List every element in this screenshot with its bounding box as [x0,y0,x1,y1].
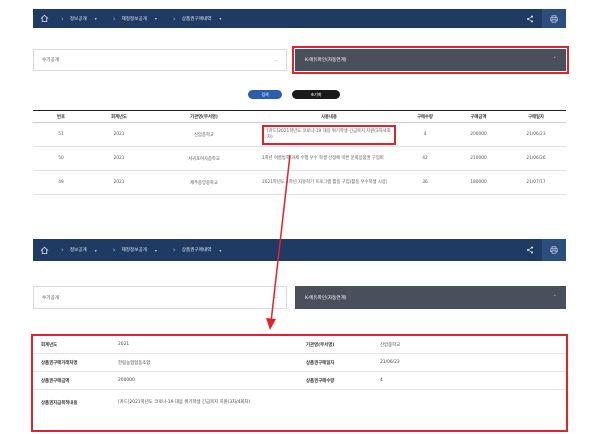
edufine-auto-select[interactable]: K-에듀파인(자동연계) ˅ [292,46,569,74]
print-button[interactable] [542,9,566,28]
chevron-down-icon: ▾ [94,247,97,253]
vendor-label: 상품권구매거래처명 [41,360,78,366]
year-value: 2021 [118,342,130,347]
detail-source-filter: 수기공개 ··· K-에듀파인(자동연계) ˅ [33,286,566,309]
org-label: 기관명(부서명) [306,342,335,348]
year-label: 회계년도 [41,342,58,348]
breadcrumb-item-2[interactable]: › 제정정보공개 ▾ [107,9,167,28]
print-button[interactable] [542,239,566,261]
chevron-down-icon: ▾ [219,247,222,253]
breadcrumb-item-2[interactable]: › 제정정보공개 ▾ [107,239,167,261]
cell-amount: 180000 [451,170,506,195]
manual-disclosure-select[interactable]: 수기공개 ··· [33,49,287,71]
col-header-year[interactable]: 회계년도 [89,110,149,123]
detail-navbar: › 정보공개 ▾ › 제정정보공개 ▾ › 상품권구매내역 ▾ [33,239,566,261]
cell-date: 21/06/26 [506,146,566,171]
cell-qty: 4 [399,122,451,147]
cell-amount: 210000 [451,146,506,171]
home-icon [40,246,48,254]
cell-org: 제주중앙중학교 [149,170,259,195]
chevron-down-icon: ▾ [154,16,157,21]
breadcrumb-item-3[interactable]: › 상품권구매내역 ▾ [167,9,231,28]
source-filter: 수기공개 ··· K-에듀파인(자동연계) ˅ [33,46,569,74]
col-header-date[interactable]: 구매일자 [506,110,566,123]
cell-use[interactable]: 1학년 여름방학 과제 수행 우수 학생 선정에 따른 문화상품권 구입비 [259,146,399,171]
table-row[interactable]: 50 2021 서귀포여자중학교 1학년 여름방학 과제 수행 우수 학생 선정… [33,146,566,171]
cell-qty: 42 [399,146,451,171]
search-actions: 검색 초기화 [248,90,340,99]
col-header-org[interactable]: 기관명(부서명) [149,110,259,123]
detail-row: 회계년도 2021 기관명(부서명) 신암중학교 [33,336,566,354]
quantity-value: 4 [380,378,383,383]
amount-label: 상품권구매금액 [41,378,70,384]
search-button[interactable]: 검색 [248,90,282,99]
share-button[interactable] [518,239,542,261]
home-icon [40,14,48,23]
cell-no: 50 [33,146,89,171]
breadcrumb-item-3[interactable]: › 상품권구매내역 ▾ [167,239,231,261]
chevron-down-icon: ˅ [553,57,557,63]
cell-year: 2021 [89,122,149,147]
cell-qty: 36 [399,170,451,195]
cell-no: 51 [33,122,89,147]
chevron-down-icon: ▾ [154,247,157,253]
purchase-date-value: 21/06/23 [380,360,400,365]
cell-no: 49 [33,170,89,195]
table-row[interactable]: 51 2021 신암중학교 [카드]2021학년도 코로나-19 대응 위기학생… [33,122,566,147]
print-icon [550,246,558,254]
col-header-no[interactable]: 번호 [33,110,89,123]
cell-org: 서귀포여자중학교 [149,146,259,171]
cell-year: 2021 [89,146,149,171]
purpose-value: [카드]2021학년도 코로나-19 대응 위기학생 긴급복지 지원(3차/4회… [118,400,251,405]
highlighted-use-link[interactable]: [카드]2021학년도 코로나-19 대응 위기학생 긴급복지 지원(3차/4회… [262,124,396,145]
org-value: 신암중학교 [380,342,401,348]
purchase-detail-panel: 회계년도 2021 기관명(부서명) 신암중학교 상품권구매거래처명 한림농협협… [31,334,568,432]
detail-row: 상품권지급목적내용 [카드]2021학년도 코로나-19 대응 위기학생 긴급복… [33,390,566,416]
home-button[interactable] [33,9,55,28]
reset-button[interactable]: 초기화 [292,90,340,99]
top-navbar: › 정보공개 ▾ › 제정정보공개 ▾ › 상품권구매내역 ▾ [33,9,566,28]
cell-org: 신암중학교 [149,122,259,147]
chevron-down-icon: ˅ [553,294,557,301]
purpose-label: 상품권지급목적내용 [41,401,78,406]
quantity-label: 상품권구매수량 [306,378,335,384]
print-icon [550,14,558,23]
vendor-value: 한림농협협동조합 [118,360,151,366]
purchase-list-table: 번호 회계년도 기관명(부서명) 사용내용 구매수량 구매금액 구매일자 51 … [33,110,566,195]
amount-value: 200000 [118,378,135,383]
detail-row: 상품권구매거래처명 한림농협협동조합 상품권구매일자 21/06/23 [33,354,566,372]
manual-disclosure-select[interactable]: 수기공개 ··· [33,286,287,309]
detail-row: 상품권구매금액 200000 상품권구매수량 4 [33,372,566,390]
col-header-qty[interactable]: 구매수량 [399,110,451,123]
col-header-use[interactable]: 사용내용 [259,110,399,123]
edufine-auto-select[interactable]: K-에듀파인(자동연계) ˅ [295,286,566,309]
chevron-down-icon: ▾ [219,16,222,21]
table-row[interactable]: 49 2021 제주중앙중학교 2021학년도 1학년 자유학기 프로그램 활동… [33,170,566,195]
purchase-date-label: 상품권구매일자 [306,360,335,366]
cell-use[interactable]: [카드]2021학년도 코로나-19 대응 위기학생 긴급복지 지원(3차/4회… [259,122,399,147]
share-icon [526,15,534,22]
cell-date: 21/06/23 [506,122,566,147]
table-header-row: 번호 회계년도 기관명(부서명) 사용내용 구매수량 구매금액 구매일자 [33,110,566,123]
col-header-amount[interactable]: 구매금액 [451,110,506,123]
home-button[interactable] [33,239,55,261]
cell-use[interactable]: 2021학년도 1학년 자유학기 프로그램 활동 구입(활동 우수학생 시상) [259,170,399,195]
chevron-down-icon: ▾ [94,16,97,21]
breadcrumb-item-1[interactable]: › 정보공개 ▾ [55,239,107,261]
cell-year: 2021 [89,170,149,195]
share-icon [526,246,534,254]
share-button[interactable] [518,9,542,28]
breadcrumb-item-1[interactable]: › 정보공개 ▾ [55,9,107,28]
cell-amount: 200000 [451,122,506,147]
cell-date: 21/07/17 [506,170,566,195]
